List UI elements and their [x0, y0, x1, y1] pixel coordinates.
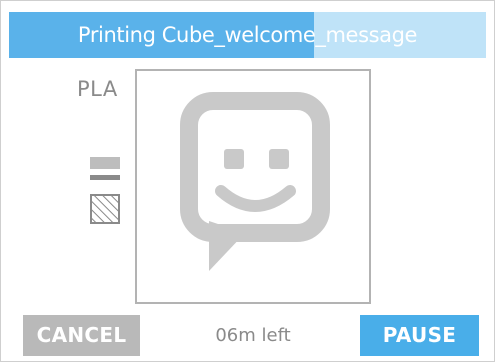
cancel-button[interactable]: CANCEL: [23, 315, 140, 356]
material-label: PLA: [77, 77, 118, 101]
time-remaining: 06m left: [215, 325, 291, 346]
print-status-screen: Printing Cube_welcome_message PLA CANCEL…: [0, 0, 495, 362]
print-progress-bar: Printing Cube_welcome_message: [9, 12, 486, 58]
print-job-title: Printing Cube_welcome_message: [77, 23, 418, 47]
model-preview: [135, 69, 371, 304]
filament-spool-icon: [90, 157, 120, 224]
chat-smiley-icon: [180, 92, 330, 271]
pause-button[interactable]: PAUSE: [360, 315, 479, 356]
